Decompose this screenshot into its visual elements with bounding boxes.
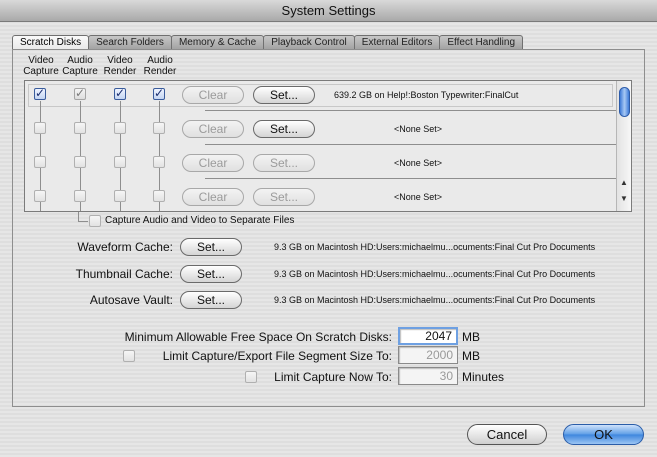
row1-video-capture-checkbox[interactable]: ✓ [34,87,46,100]
row-separator [205,110,625,111]
tab-external-editors[interactable]: External Editors [353,35,441,49]
row3-set-button[interactable]: Set... [253,154,315,172]
row3-path: <None Set> [394,158,443,168]
row4-clear-button[interactable]: Clear [182,188,244,206]
row2-set-button[interactable]: Set... [253,120,315,138]
tab-bar: Scratch Disks Search Folders Memory & Ca… [12,35,524,50]
column-header-line: Capture [23,66,59,77]
thumbnail-cache-path: 9.3 GB on Macintosh HD:Users:michaelmu..… [274,269,596,279]
column-header-video-render: Video Render [98,55,142,77]
row3-video-capture-checkbox[interactable] [34,156,46,168]
limit-segment-label: Limit Capture/Export File Segment Size T… [162,349,392,363]
autosave-vault-set-button[interactable]: Set... [180,291,242,309]
separate-files-connector [78,212,79,221]
row-separator [205,144,625,145]
row2-audio-render-checkbox[interactable] [153,122,165,134]
column-header-line: Audio [67,55,93,66]
scroll-up-arrow-icon[interactable]: ▲ [617,177,631,189]
column-header-line: Video [28,55,54,66]
thumbnail-cache-label: Thumbnail Cache: [75,267,173,281]
ok-button[interactable]: OK [563,424,644,445]
min-free-space-label: Minimum Allowable Free Space On Scratch … [124,330,392,344]
scroll-down-arrow-icon[interactable]: ▼ [617,193,631,205]
row1-set-button[interactable]: Set... [253,86,315,104]
row3-audio-capture-checkbox[interactable] [74,156,86,168]
column-header-line: Audio [147,55,173,66]
min-free-space-unit: MB [462,330,480,344]
min-free-space-input[interactable]: 2047 [398,327,458,345]
row3-clear-button[interactable]: Clear [182,154,244,172]
row4-path: <None Set> [394,192,443,202]
separate-files-connector [78,221,88,222]
column-header-line: Capture [62,66,98,77]
cancel-button[interactable]: Cancel [467,424,547,445]
row2-audio-capture-checkbox[interactable] [74,122,86,134]
row-separator [205,178,625,179]
column-header-line: Render [143,66,177,77]
row1-clear-button[interactable]: Clear [182,86,244,104]
row4-video-render-checkbox[interactable] [114,190,126,202]
column-header-audio-render: Audio Render [138,55,182,77]
limit-segment-unit: MB [462,349,480,363]
tab-scratch-disks[interactable]: Scratch Disks [12,35,90,50]
tab-effect-handling[interactable]: Effect Handling [439,35,524,49]
row1-audio-capture-checkbox[interactable]: ✓ [74,87,86,100]
tab-search-folders[interactable]: Search Folders [88,35,172,49]
limit-capture-label: Limit Capture Now To: [274,370,392,384]
waveform-cache-path: 9.3 GB on Macintosh HD:Users:michaelmu..… [274,242,596,252]
row1-audio-render-checkbox[interactable]: ✓ [153,87,165,100]
tab-playback-control[interactable]: Playback Control [263,35,355,49]
autosave-vault-path: 9.3 GB on Macintosh HD:Users:michaelmu..… [274,295,596,305]
column-header-line: Video [107,55,133,66]
column-header-line: Render [103,66,137,77]
autosave-vault-label: Autosave Vault: [89,293,173,307]
row3-video-render-checkbox[interactable] [114,156,126,168]
limit-capture-unit: Minutes [462,370,505,384]
waveform-cache-set-button[interactable]: Set... [180,238,242,256]
row2-video-capture-checkbox[interactable] [34,122,46,134]
column-header-video-capture: Video Capture [19,55,63,77]
separate-files-label: Capture Audio and Video to Separate File… [105,215,295,226]
row4-set-button[interactable]: Set... [253,188,315,206]
disk-list-scrollbar[interactable]: ▲ ▼ [616,81,631,211]
scrollbar-thumb[interactable] [619,87,630,117]
column-header-audio-capture: Audio Capture [58,55,102,77]
row2-video-render-checkbox[interactable] [114,122,126,134]
row1-path: 639.2 GB on Help!:Boston Typewriter:Fina… [334,90,519,100]
row4-video-capture-checkbox[interactable] [34,190,46,202]
thumbnail-cache-set-button[interactable]: Set... [180,265,242,283]
separate-files-checkbox[interactable] [89,215,101,227]
row3-audio-render-checkbox[interactable] [153,156,165,168]
waveform-cache-label: Waveform Cache: [77,240,173,254]
row2-clear-button[interactable]: Clear [182,120,244,138]
limit-segment-input[interactable]: 2000 [398,346,458,364]
limit-capture-input[interactable]: 30 [398,367,458,385]
row4-audio-capture-checkbox[interactable] [74,190,86,202]
row1-video-render-checkbox[interactable]: ✓ [114,87,126,100]
scratch-disk-list[interactable]: ✓ ✓ ✓ ✓ Clear Set... 639.2 GB on Help!:B… [24,80,632,212]
window-title: System Settings [0,0,657,22]
row2-path: <None Set> [394,124,443,134]
tab-memory-cache[interactable]: Memory & Cache [170,35,265,49]
row4-audio-render-checkbox[interactable] [153,190,165,202]
